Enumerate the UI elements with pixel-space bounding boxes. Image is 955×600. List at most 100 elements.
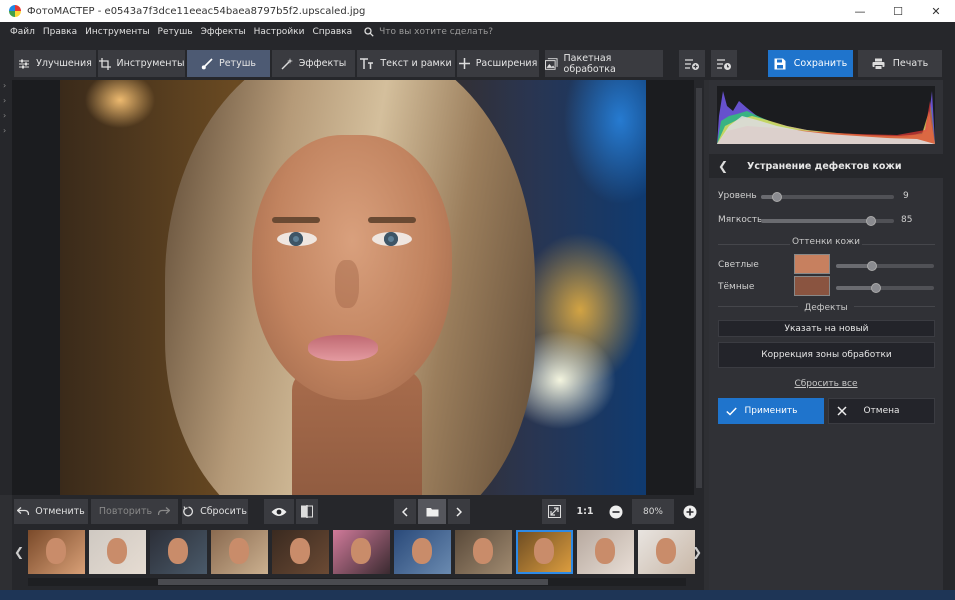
filmstrip-thumbnail[interactable]: [577, 530, 634, 574]
filmstrip-thumbnail[interactable]: [272, 530, 329, 574]
menu-file[interactable]: Файл: [10, 27, 35, 37]
photo-preview[interactable]: [60, 80, 646, 495]
slider-knob[interactable]: [866, 216, 876, 226]
apply-button[interactable]: Применить: [718, 398, 824, 424]
filmstrip-thumbnail[interactable]: [89, 530, 146, 574]
open-folder-button[interactable]: [418, 499, 446, 524]
thumbnail-face: [412, 538, 432, 564]
thumbnail-face: [168, 538, 188, 564]
tab-enhancements[interactable]: Улучшения: [14, 50, 96, 77]
cancel-button[interactable]: Отмена: [828, 398, 935, 424]
filmstrip-next-button[interactable]: ❯: [690, 527, 704, 577]
undo-button[interactable]: Отменить: [14, 499, 88, 524]
maximize-button[interactable]: ☐: [879, 0, 917, 22]
reset-all-link[interactable]: Сбросить все: [709, 379, 943, 389]
redo-button[interactable]: Повторить: [91, 499, 178, 524]
level-slider[interactable]: [761, 192, 894, 202]
tab-extensions[interactable]: Расширения: [457, 50, 539, 77]
filmstrip-thumbnail[interactable]: [455, 530, 512, 574]
filmstrip-prev-button[interactable]: ❮: [12, 527, 26, 577]
expand-icon: [547, 505, 561, 518]
save-button[interactable]: Сохранить: [768, 50, 853, 77]
menu-edit[interactable]: Правка: [43, 27, 77, 37]
slider-knob[interactable]: [772, 192, 782, 202]
dark-tone-slider[interactable]: [836, 283, 934, 293]
filmstrip-thumbnail[interactable]: [516, 530, 573, 574]
menu-bar: Файл Правка Инструменты Ретушь Эффекты Н…: [0, 22, 955, 42]
scrollbar-thumb[interactable]: [696, 88, 702, 488]
menu-effects[interactable]: Эффекты: [201, 27, 246, 37]
tab-effects[interactable]: Эффекты: [272, 50, 355, 77]
filmstrip-scrollbar[interactable]: [28, 578, 686, 586]
filmstrip: ❮ ❯: [12, 527, 704, 590]
tab-batch-processing[interactable]: Пакетная обработка: [545, 50, 663, 77]
filmstrip-thumbnail[interactable]: [150, 530, 207, 574]
search-icon: [364, 27, 374, 37]
text-icon: [360, 57, 374, 69]
thumbnail-face: [351, 538, 371, 564]
left-collapsed-panel[interactable]: › › › ›: [0, 80, 12, 495]
filmstrip-thumbnail[interactable]: [211, 530, 268, 574]
level-value: 9: [903, 191, 909, 201]
folder-icon: [426, 507, 438, 516]
image-canvas[interactable]: [12, 80, 704, 495]
dark-tone-swatch[interactable]: [794, 276, 830, 296]
panel-title: Устранение дефектов кожи: [747, 160, 902, 172]
zoom-out-button[interactable]: [604, 499, 628, 524]
tab-label: Инструменты: [116, 58, 185, 69]
skin-tones-heading: Оттенки кожи: [791, 237, 861, 247]
scrollbar-thumb[interactable]: [158, 579, 548, 585]
plus-circle-icon: [683, 505, 697, 518]
softness-slider[interactable]: [761, 216, 894, 226]
point-new-button[interactable]: Указать на новый: [718, 320, 935, 337]
presets-history-button[interactable]: [711, 50, 737, 77]
back-arrow-icon[interactable]: ❮: [709, 159, 737, 173]
sliders-icon: [19, 59, 30, 68]
slider-knob[interactable]: [867, 261, 877, 271]
thumbnail-face: [656, 538, 676, 564]
actual-size-button[interactable]: 1:1: [572, 499, 598, 524]
tab-retouch[interactable]: Ретушь: [187, 50, 270, 77]
correction-zone-button[interactable]: Коррекция зоны обработки: [718, 342, 935, 368]
level-label: Уровень: [718, 191, 757, 201]
command-search[interactable]: Что вы хотите сделать?: [364, 27, 493, 37]
preview-toggle-button[interactable]: [264, 499, 294, 524]
presets-add-button[interactable]: [679, 50, 705, 77]
panel-header: ❮ Устранение дефектов кожи: [709, 154, 943, 178]
filmstrip-thumbnail[interactable]: [28, 530, 85, 574]
redo-icon: [158, 507, 171, 516]
tab-tools[interactable]: Инструменты: [98, 50, 185, 77]
filmstrip-thumbnail[interactable]: [394, 530, 451, 574]
next-image-button[interactable]: [448, 499, 470, 524]
compare-split-button[interactable]: [296, 499, 318, 524]
panel-scrollbar[interactable]: [943, 80, 955, 590]
desktop-taskbar: [0, 590, 955, 600]
redo-label: Повторить: [98, 506, 153, 517]
tab-text-frames[interactable]: Текст и рамки: [357, 50, 455, 77]
tab-label: Ретушь: [218, 58, 257, 69]
filmstrip-thumbnail[interactable]: [333, 530, 390, 574]
reset-button[interactable]: Сбросить: [182, 499, 248, 524]
filmstrip-thumbnail[interactable]: [638, 530, 695, 574]
menu-settings[interactable]: Настройки: [254, 27, 305, 37]
zoom-in-button[interactable]: [678, 499, 702, 524]
previous-image-button[interactable]: [394, 499, 416, 524]
light-tone-swatch[interactable]: [794, 254, 830, 274]
photo-nose: [335, 260, 359, 308]
search-placeholder: Что вы хотите сделать?: [379, 27, 494, 37]
chevron-right-icon: ›: [3, 81, 7, 90]
tab-label: Расширения: [475, 58, 538, 69]
menu-retouch[interactable]: Ретушь: [158, 27, 193, 37]
softness-label: Мягкость: [718, 215, 763, 225]
menu-help[interactable]: Справка: [312, 27, 352, 37]
light-tone-slider[interactable]: [836, 261, 934, 271]
menu-tools[interactable]: Инструменты: [85, 27, 149, 37]
floppy-disk-icon: [774, 58, 786, 69]
print-button[interactable]: Печать: [858, 50, 942, 77]
canvas-vertical-scrollbar[interactable]: [694, 80, 704, 495]
slider-knob[interactable]: [871, 283, 881, 293]
fit-to-screen-button[interactable]: [542, 499, 566, 524]
minimize-button[interactable]: —: [841, 0, 879, 22]
close-button[interactable]: ✕: [917, 0, 955, 22]
zoom-level-field[interactable]: 80%: [632, 499, 674, 524]
